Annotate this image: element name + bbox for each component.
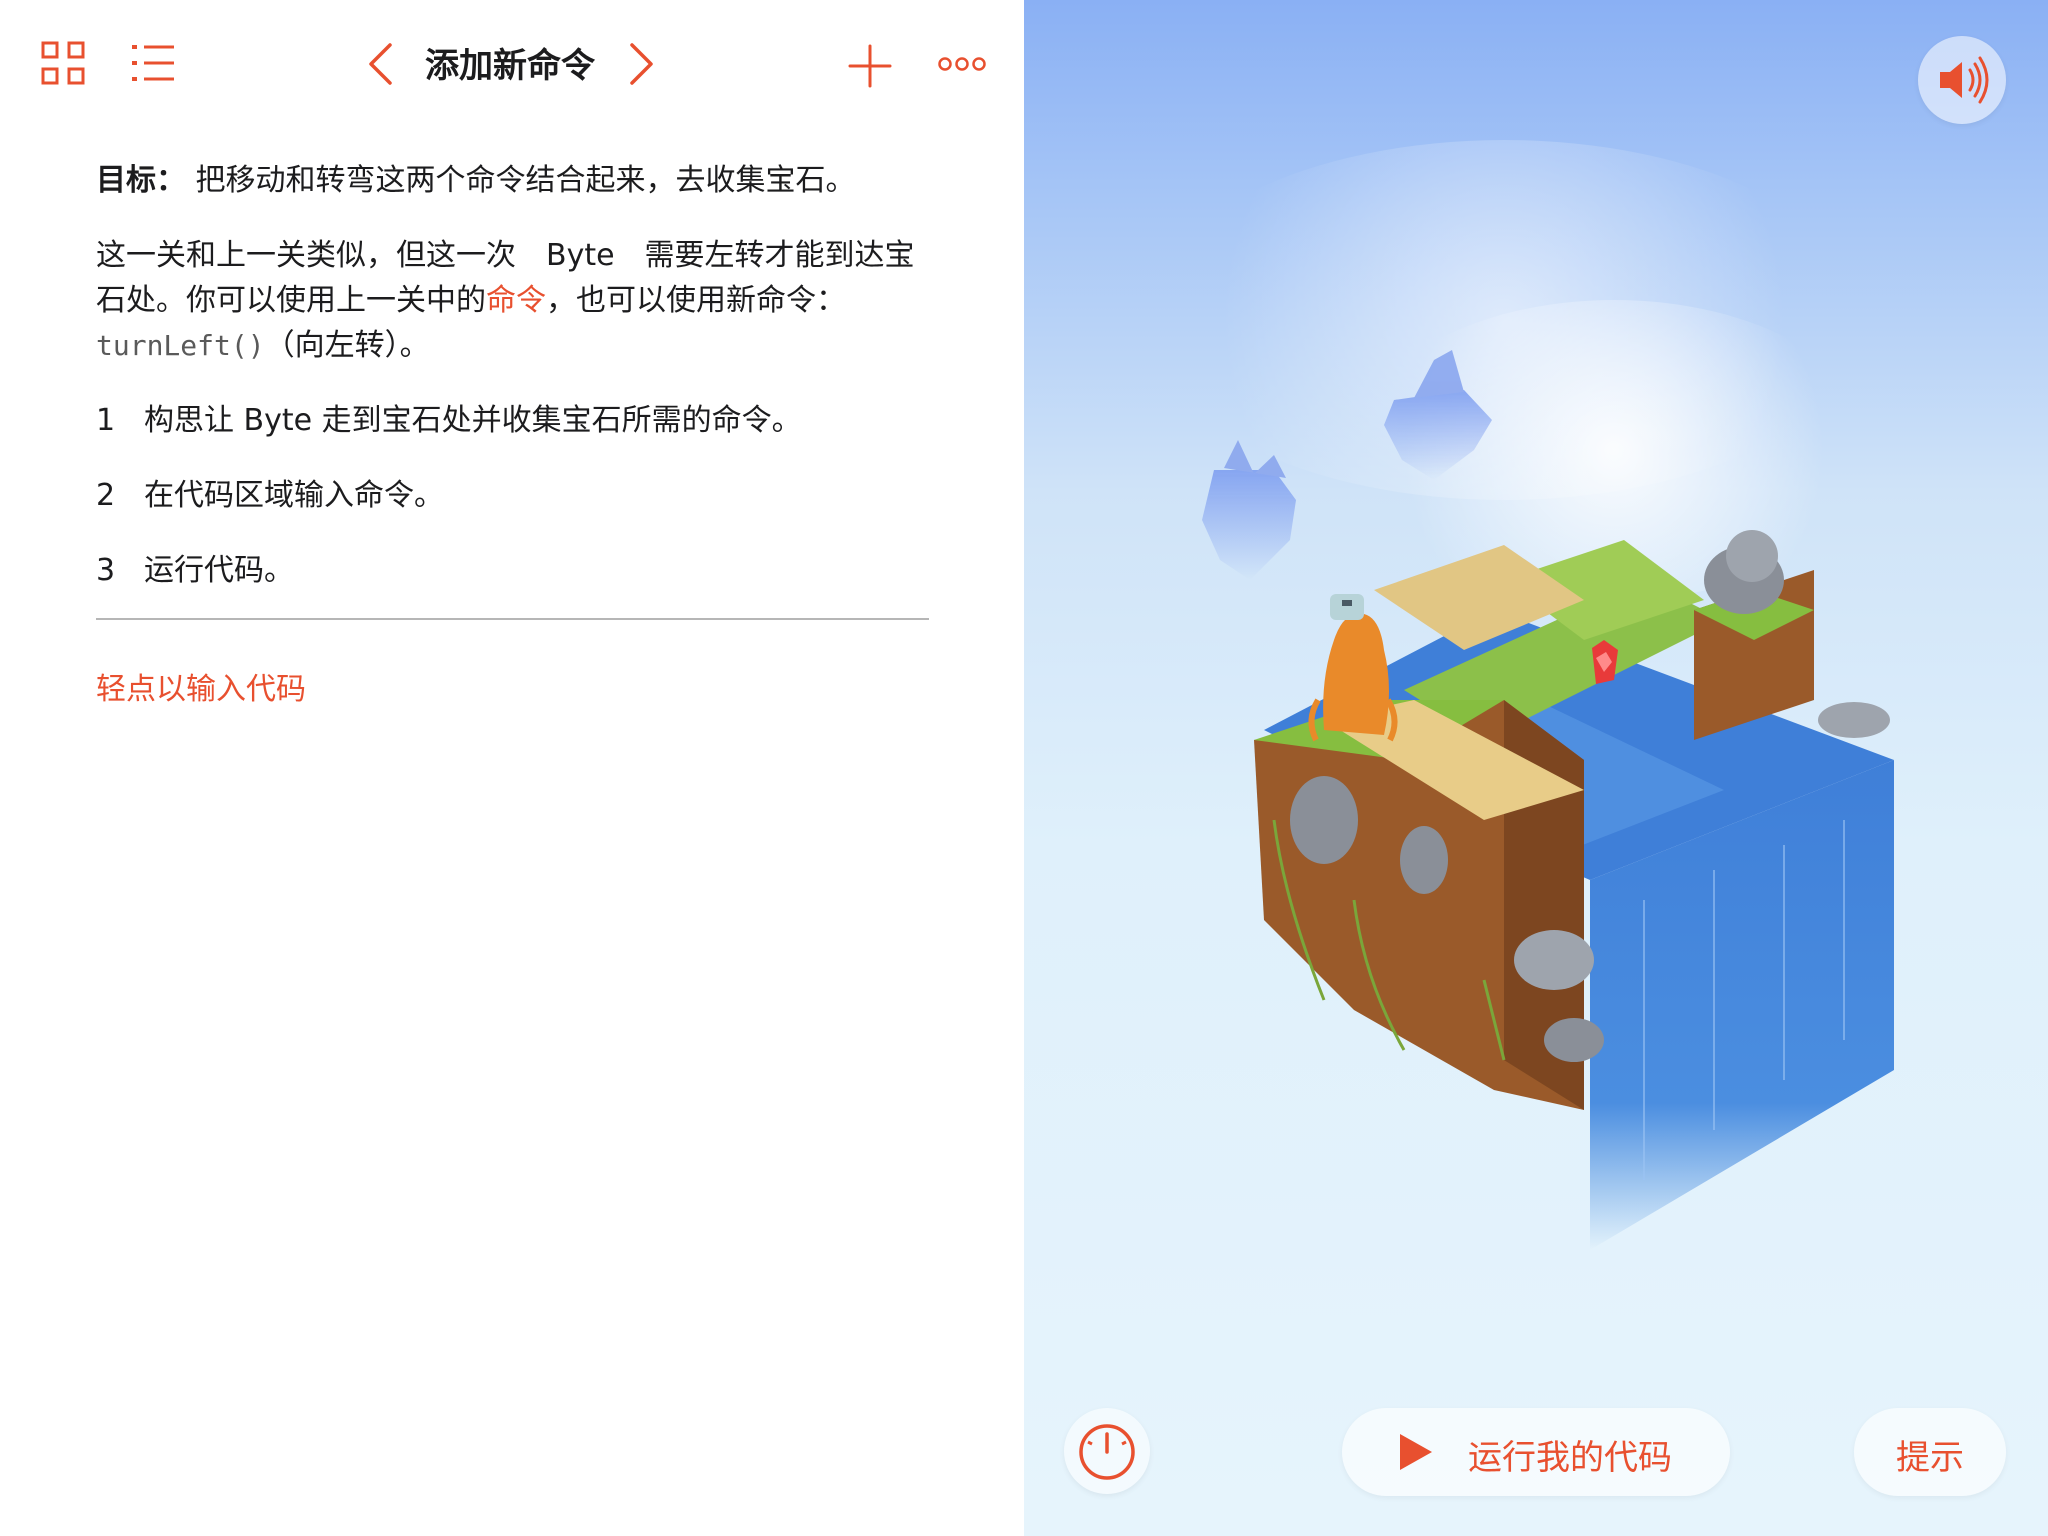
grid-icon[interactable] bbox=[40, 40, 86, 86]
intro-paragraph: 这一关和上一关类似，但这一次 Byte 需要左转才能到达宝石处。你可以使用上一关… bbox=[96, 233, 936, 368]
commands-link[interactable]: 命令 bbox=[486, 283, 546, 318]
hint-button[interactable]: 提示 bbox=[1854, 1408, 2006, 1496]
play-icon bbox=[1400, 1434, 1432, 1470]
more-icon[interactable] bbox=[938, 54, 986, 74]
run-code-button[interactable]: 运行我的代码 bbox=[1342, 1408, 1730, 1496]
step-text: 在代码区域输入命令。 bbox=[144, 478, 444, 513]
plus-icon[interactable] bbox=[848, 44, 892, 88]
instructions-pane: 添加新命令 目标： 把移动和转弯这两个命令结合起来，去收集宝石。 这一关和上一关… bbox=[0, 0, 1024, 1536]
speaker-icon bbox=[1940, 56, 1989, 104]
run-code-label: 运行我的代码 bbox=[1468, 1438, 1672, 1478]
byte-character bbox=[1308, 594, 1398, 742]
intro-text-2: ，也可以使用新命令： bbox=[546, 283, 846, 318]
sound-button[interactable] bbox=[1918, 36, 2006, 124]
game-view[interactable]: 0/1 运行我的代码 提示 bbox=[1024, 0, 2048, 1536]
puzzle-world bbox=[1202, 350, 1894, 1250]
floating-island bbox=[1202, 440, 1296, 580]
page-title: 添加新命令 bbox=[425, 46, 595, 86]
step-text: 构思让 Byte 走到宝石处并收集宝石所需的命令。 bbox=[144, 403, 802, 438]
divider bbox=[96, 618, 929, 620]
rock bbox=[1704, 530, 1784, 614]
step-item: 3 运行代码。 bbox=[96, 548, 936, 593]
list-icon[interactable] bbox=[130, 42, 176, 84]
code-turnleft: turnLeft() bbox=[96, 329, 265, 362]
step-number: 1 bbox=[96, 403, 116, 438]
floating-island bbox=[1384, 350, 1492, 480]
hint-label: 提示 bbox=[1896, 1438, 1964, 1478]
step-item: 1 构思让 Byte 走到宝石处并收集宝石所需的命令。 bbox=[96, 398, 936, 443]
speed-button[interactable] bbox=[1064, 1408, 1150, 1494]
intro-text-3: （向左转）。 bbox=[264, 328, 430, 363]
tap-to-enter-code[interactable]: 轻点以输入代码 bbox=[96, 664, 306, 708]
step-text: 运行代码。 bbox=[144, 553, 294, 588]
speedometer-icon bbox=[1079, 1424, 1135, 1480]
step-number: 3 bbox=[96, 553, 116, 588]
goal-label: 目标： bbox=[96, 163, 186, 198]
step-item: 2 在代码区域输入命令。 bbox=[96, 473, 936, 518]
chevron-right-icon[interactable] bbox=[628, 42, 656, 86]
step-number: 2 bbox=[96, 478, 116, 513]
goal-paragraph: 目标： 把移动和转弯这两个命令结合起来，去收集宝石。 bbox=[96, 158, 936, 203]
goal-text: 把移动和转弯这两个命令结合起来，去收集宝石。 bbox=[195, 163, 856, 198]
lesson-content: 目标： 把移动和转弯这两个命令结合起来，去收集宝石。 这一关和上一关类似，但这一… bbox=[96, 158, 936, 623]
